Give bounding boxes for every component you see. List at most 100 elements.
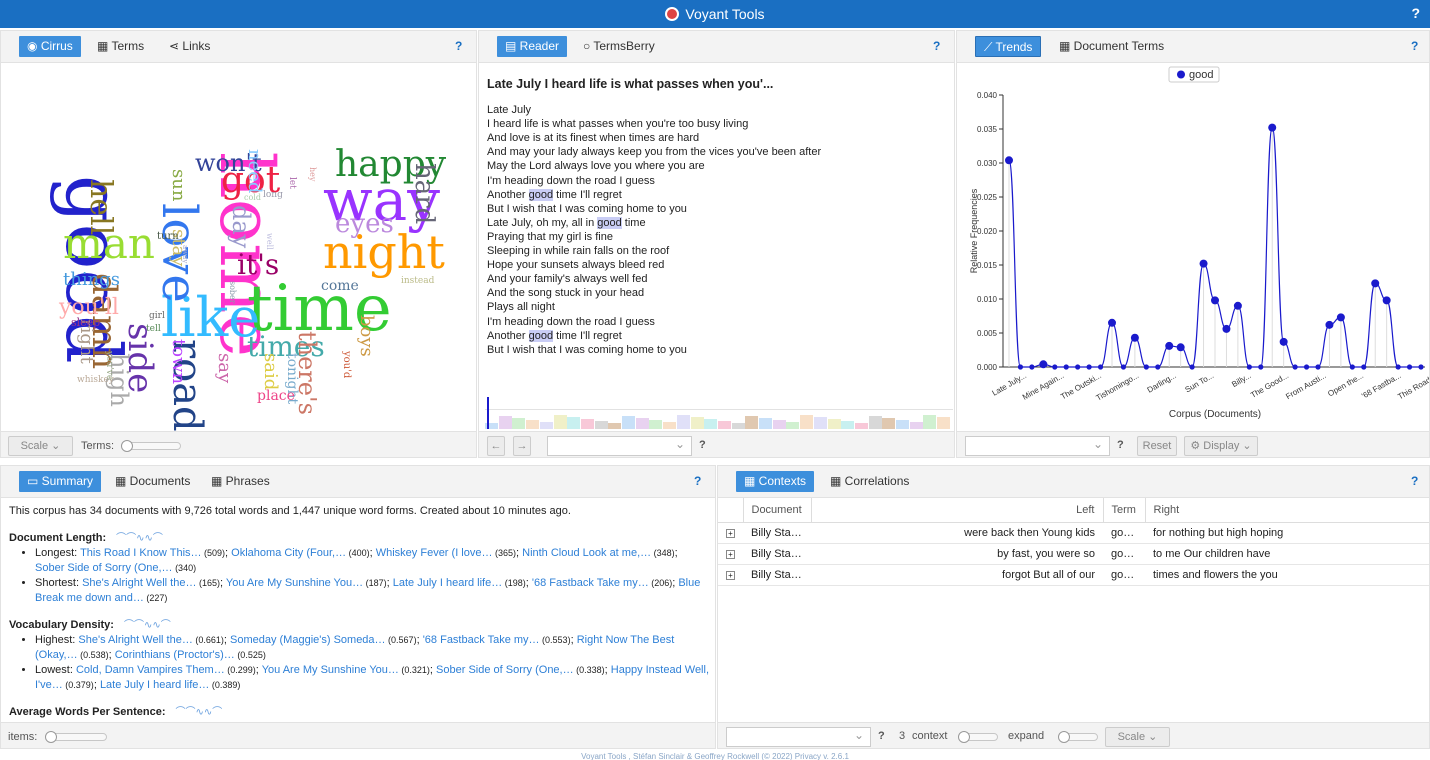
contexts-help-button[interactable]: ? <box>1411 474 1418 488</box>
column-document[interactable]: Document <box>743 498 812 523</box>
expand-slider-knob[interactable] <box>1058 731 1070 743</box>
cloud-word-hard[interactable]: hard <box>409 163 439 224</box>
document-strip-segment[interactable] <box>717 421 731 429</box>
document-strip-segment[interactable] <box>813 417 827 429</box>
data-point[interactable] <box>1361 364 1367 370</box>
document-strip-segment[interactable] <box>745 416 759 429</box>
document-strip-segment[interactable] <box>567 417 581 429</box>
data-point[interactable] <box>1086 364 1092 370</box>
column-term[interactable]: Term <box>1103 498 1146 523</box>
document-strip-segment[interactable] <box>731 423 745 429</box>
cloud-word-long[interactable]: long <box>263 191 283 200</box>
items-slider-knob[interactable] <box>45 731 57 743</box>
summary-help-button[interactable]: ? <box>694 474 701 488</box>
document-strip-segment[interactable] <box>690 417 704 429</box>
document-link[interactable]: Late July I heard life… <box>393 577 502 589</box>
tab-reader[interactable]: ▤ Reader <box>497 36 568 57</box>
cloud-word-sun[interactable]: sun <box>168 169 189 201</box>
cloud-word-youve[interactable]: you've <box>104 351 114 380</box>
trends-help-button[interactable]: ? <box>1411 39 1418 53</box>
trends-footer-help[interactable]: ? <box>1117 439 1124 451</box>
cloud-word-cold[interactable]: cold <box>244 194 261 202</box>
document-link[interactable]: '68 Fastback Take my… <box>423 634 540 646</box>
cloud-word-day[interactable]: day <box>227 205 255 248</box>
cloud-word-town[interactable]: town <box>168 339 189 384</box>
document-link[interactable]: '68 Fastback Take my… <box>532 577 649 589</box>
document-strip[interactable] <box>485 397 953 429</box>
tab-correlations[interactable]: ▦ Correlations <box>822 471 917 492</box>
data-point[interactable] <box>1005 156 1013 165</box>
tab-phrases[interactable]: ▦ Phrases <box>203 471 278 492</box>
data-point[interactable] <box>1315 364 1321 370</box>
data-point[interactable] <box>1108 318 1116 327</box>
reset-button[interactable]: Reset <box>1137 436 1177 456</box>
data-point[interactable] <box>1222 324 1231 333</box>
document-strip-segment[interactable] <box>772 420 786 429</box>
expand-row-icon[interactable]: + <box>726 570 735 580</box>
document-strip-segment[interactable] <box>923 415 937 429</box>
highlighted-term[interactable]: good <box>597 216 622 229</box>
cloud-word-turn[interactable]: turn <box>157 232 179 242</box>
document-strip-segment[interactable] <box>759 418 772 429</box>
data-point[interactable] <box>1075 364 1081 370</box>
document-strip-segment[interactable] <box>526 420 540 429</box>
data-point[interactable] <box>1097 364 1104 370</box>
cloud-word-hell[interactable]: hell <box>83 179 118 235</box>
document-strip-segment[interactable] <box>854 423 868 429</box>
cloud-word-its[interactable]: it's <box>237 251 279 279</box>
cloud-word-come[interactable]: come <box>321 279 359 293</box>
cloud-word-sober[interactable]: sober <box>228 281 237 304</box>
data-point[interactable] <box>1029 364 1035 370</box>
data-point[interactable] <box>1279 337 1288 346</box>
tab-summary[interactable]: ▭ Summary <box>19 471 102 492</box>
row-expander[interactable]: + <box>718 564 743 586</box>
display-button[interactable]: ⚙ Display ⌄ <box>1184 436 1258 456</box>
document-strip-segment[interactable] <box>896 420 909 429</box>
document-strip-segment[interactable] <box>909 422 923 429</box>
tab-contexts[interactable]: ▦ Contexts <box>736 471 815 492</box>
data-point[interactable] <box>1155 364 1161 370</box>
document-link[interactable]: This Road I Know This… <box>80 547 201 559</box>
document-strip-segment[interactable] <box>937 417 951 429</box>
data-point[interactable] <box>1268 123 1277 132</box>
document-strip-segment[interactable] <box>841 421 855 429</box>
data-point[interactable] <box>1325 320 1334 329</box>
row-expander[interactable]: + <box>718 543 743 565</box>
data-point[interactable] <box>1418 364 1424 370</box>
document-link[interactable]: Someday (Maggie's) Someda… <box>230 634 386 646</box>
column-right[interactable]: Right <box>1145 498 1429 523</box>
data-point[interactable] <box>1063 364 1069 370</box>
cloud-word-need[interactable]: need <box>244 149 265 193</box>
document-strip-segment[interactable] <box>553 415 567 429</box>
cloud-word-instead[interactable]: instead <box>401 277 434 286</box>
document-strip-segment[interactable] <box>704 419 718 429</box>
cloud-word-eyes[interactable]: eyes <box>335 211 394 237</box>
cloud-word-girl[interactable]: girl <box>149 312 165 321</box>
prev-arrow-button[interactable]: ← <box>487 436 505 456</box>
document-link[interactable]: Sober Side of Sorry (One,… <box>35 562 173 574</box>
expand-row-icon[interactable]: + <box>726 528 735 538</box>
tab-document-terms[interactable]: ▦ Document Terms <box>1051 36 1172 57</box>
cirrus-help-button[interactable]: ? <box>455 39 462 53</box>
data-point[interactable] <box>1199 259 1208 268</box>
document-link[interactable]: She's Alright Well the… <box>82 577 196 589</box>
document-link[interactable]: Oklahoma City (Four,… <box>231 547 346 559</box>
data-point[interactable] <box>1039 360 1048 369</box>
data-point[interactable] <box>1017 364 1024 370</box>
context-row[interactable]: + Billy Sta… were back then Young kids go… f… <box>718 522 1429 544</box>
cloud-word-said[interactable]: said <box>260 353 281 390</box>
data-point[interactable] <box>1143 364 1149 370</box>
data-point[interactable] <box>1292 364 1298 370</box>
cloud-word-boys[interactable]: boys <box>356 315 377 357</box>
cloud-word-place[interactable]: place <box>257 389 295 403</box>
tab-terms[interactable]: ▦ Terms <box>89 36 152 57</box>
tab-termsberry[interactable]: ○ TermsBerry <box>575 36 663 57</box>
reader-search-combo[interactable] <box>547 436 692 456</box>
terms-slider-knob[interactable] <box>121 440 133 452</box>
cloud-word-let[interactable]: let <box>287 177 297 189</box>
data-point[interactable] <box>1176 343 1185 352</box>
document-strip-segment[interactable] <box>498 416 512 429</box>
document-strip-segment[interactable] <box>622 416 635 429</box>
cloud-word-things[interactable]: things <box>63 271 120 289</box>
cloud-word-youd[interactable]: you'd <box>341 351 352 378</box>
